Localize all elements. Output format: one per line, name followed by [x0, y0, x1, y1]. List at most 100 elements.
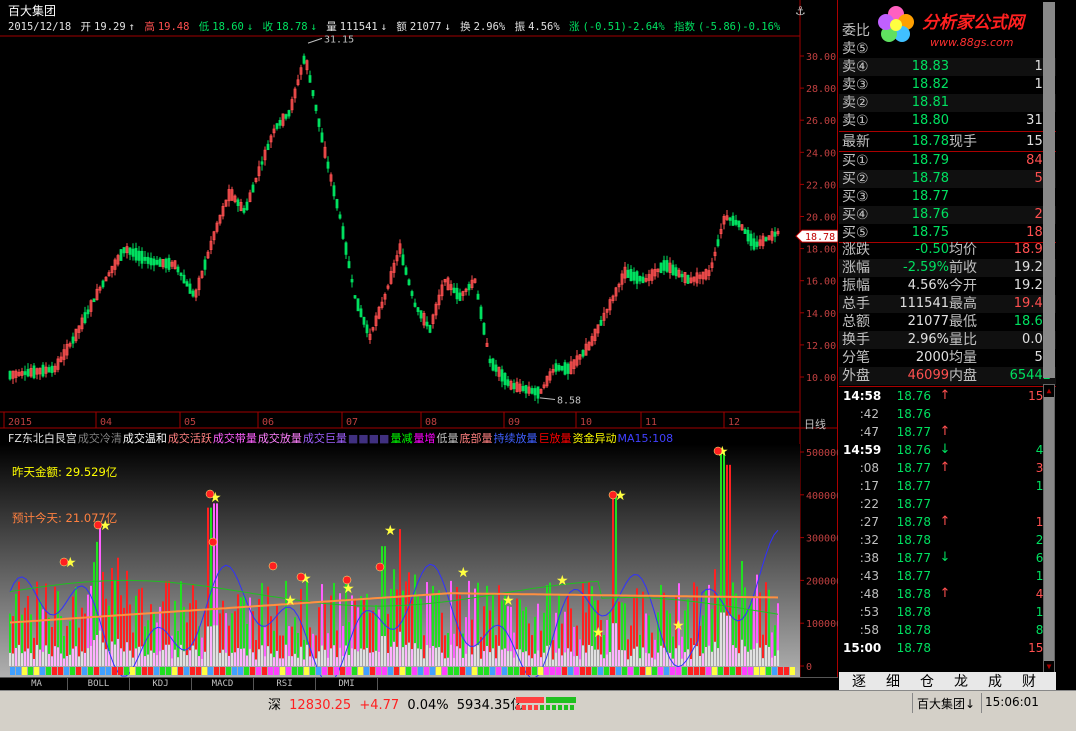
volume-base-bar [18, 644, 20, 666]
status-stock-tag[interactable]: 百大集团↓ [917, 695, 975, 712]
side-tab-5[interactable]: 财 [1012, 673, 1046, 691]
side-tab-4[interactable]: 成 [978, 673, 1012, 691]
trade-row[interactable]: :4218.768 [839, 405, 1056, 423]
buy-level-label: 买① [842, 153, 869, 169]
sell-row[interactable]: 卖②18.813 [839, 94, 1056, 112]
volume-base-bar [492, 648, 494, 666]
candle-body [284, 114, 288, 119]
trade-price: 18.78 [896, 515, 931, 529]
candle-body [365, 324, 369, 334]
sell-row[interactable]: 卖① 18.80 315 [839, 112, 1056, 130]
volume-base-bar [429, 647, 431, 666]
trade-row[interactable]: 14:58 18.76 ↑ 150 [839, 387, 1056, 405]
buy-row[interactable]: 买④18.7627 [839, 206, 1056, 224]
trade-row[interactable]: :4718.77↑7 [839, 423, 1056, 441]
trade-row[interactable]: :4818.78↑46 [839, 585, 1056, 603]
trade-row[interactable]: :5318.7815 [839, 603, 1056, 621]
amplitude-value: 4.56% [528, 21, 560, 33]
x-tick-label: 09 [508, 417, 520, 428]
candle-body [242, 208, 246, 213]
candle-body [203, 259, 207, 270]
volume-base-bar [174, 649, 176, 666]
indicator-legend-item: MA15:108 [617, 432, 674, 445]
bottom-marker [484, 667, 489, 675]
buy-row[interactable]: 买① 18.79 841 [839, 152, 1056, 170]
volume-base-bar [618, 649, 620, 666]
volume-base-bar [726, 615, 728, 666]
ind-y-tick-label: 500000 [806, 448, 838, 459]
volume-base-bar [405, 644, 407, 666]
bottom-marker [76, 667, 81, 675]
chart-area[interactable]: 30.00 28.00 26.00 24.00 22.00 20.00 18.00 16.00… [0, 0, 838, 690]
tab-dmi[interactable]: DMI [316, 678, 378, 690]
trade-price: 18.78 [896, 605, 931, 619]
up-arrow-icon: ↑ [939, 586, 951, 601]
tab-boll[interactable]: BOLL [68, 678, 130, 690]
trade-row[interactable]: 15:00 18.78 159 [839, 639, 1056, 657]
buy-row[interactable]: 买②18.7850 [839, 170, 1056, 188]
indicator-legend-item: 成交巨量 [302, 432, 347, 445]
breadth-up-bar [516, 697, 544, 703]
side-tab-1[interactable]: 细 [876, 673, 910, 691]
bottom-marker [220, 667, 225, 675]
volume-base-bar [186, 655, 188, 666]
ohlc-line: 2015/12/18 开 19.29 ↑ 高 19.48 低 18.60 ↓ 收 18.78… [8, 19, 783, 34]
ind-y-tick-label: 300000 [806, 534, 838, 545]
candle-body [455, 287, 459, 300]
volume-base-bar [654, 659, 656, 666]
trade-row[interactable]: :1718.7717 [839, 477, 1056, 495]
candle-body [260, 161, 264, 165]
buy-row[interactable]: 买③18.778 [839, 188, 1056, 206]
trade-price: 18.76 [896, 443, 931, 457]
bottom-marker [322, 667, 327, 675]
volume-base-bar [735, 647, 737, 666]
candle-body [101, 280, 105, 288]
volume-base-bar [435, 647, 437, 666]
bottom-marker [238, 667, 243, 675]
sell-row[interactable]: 卖④18.8319 [839, 58, 1056, 76]
buy-row[interactable]: 买⑤ 18.75 180 [839, 224, 1056, 242]
volume-base-bar [234, 652, 236, 666]
logo-text: 分析家公式网 [922, 13, 1024, 33]
stat-label: 振幅 [842, 278, 870, 294]
candle-body [41, 364, 45, 377]
candle-body [581, 350, 585, 357]
side-tab-0[interactable]: 逐 [842, 673, 876, 691]
trade-row[interactable]: :0818.77↑33 [839, 459, 1056, 477]
trade-row[interactable]: 14:5918.76↓45 [839, 441, 1056, 459]
day-line-button[interactable]: 日线 [804, 416, 826, 432]
indicator-legend-item: 资金异动 [572, 432, 617, 445]
kline-chart-svg[interactable]: 30.00 28.00 26.00 24.00 22.00 20.00 18.00 16.00… [0, 0, 838, 690]
volume-base-bar [123, 651, 125, 666]
quote-scrollbar[interactable] [1043, 2, 1055, 378]
volume-base-bar [75, 646, 77, 666]
open-value: 19.29 [94, 21, 126, 33]
bottom-marker [610, 667, 615, 675]
bottom-marker [790, 667, 795, 675]
trade-row[interactable]: :3218.7822 [839, 531, 1056, 549]
trade-row[interactable]: :5818.7885 [839, 621, 1056, 639]
bottom-marker [574, 667, 579, 675]
side-tab-3[interactable]: 龙 [944, 673, 978, 691]
scroll-up-arrow-icon[interactable]: ▲ [1044, 385, 1054, 397]
tab-macd[interactable]: MACD [192, 678, 254, 690]
trade-scrollbar[interactable]: ▲ ▼ [1043, 384, 1055, 674]
candle-body [665, 260, 669, 272]
sell-row[interactable]: 卖③18.8215 [839, 76, 1056, 94]
trade-row[interactable]: :2718.78↑12 [839, 513, 1056, 531]
trade-price: 18.77 [896, 569, 931, 583]
trade-row[interactable]: :4318.7711 [839, 567, 1056, 585]
candle-body [311, 90, 315, 97]
tab-ma[interactable]: MA [6, 678, 68, 690]
bottom-marker [754, 667, 759, 675]
tab-rsi[interactable]: RSI [254, 678, 316, 690]
stock-name: 百大集团 [8, 4, 57, 18]
trade-row[interactable]: :2218.773 [839, 495, 1056, 513]
trade-row[interactable]: :3818.77↓63 [839, 549, 1056, 567]
trade-price: 18.78 [896, 533, 931, 547]
volume-base-bar [33, 658, 35, 666]
volume-base-bar [723, 612, 725, 666]
tab-kdj[interactable]: KDJ [130, 678, 192, 690]
indicator-legend-item: 成交冷清 [77, 432, 122, 445]
side-tab-2[interactable]: 仓 [910, 673, 944, 691]
